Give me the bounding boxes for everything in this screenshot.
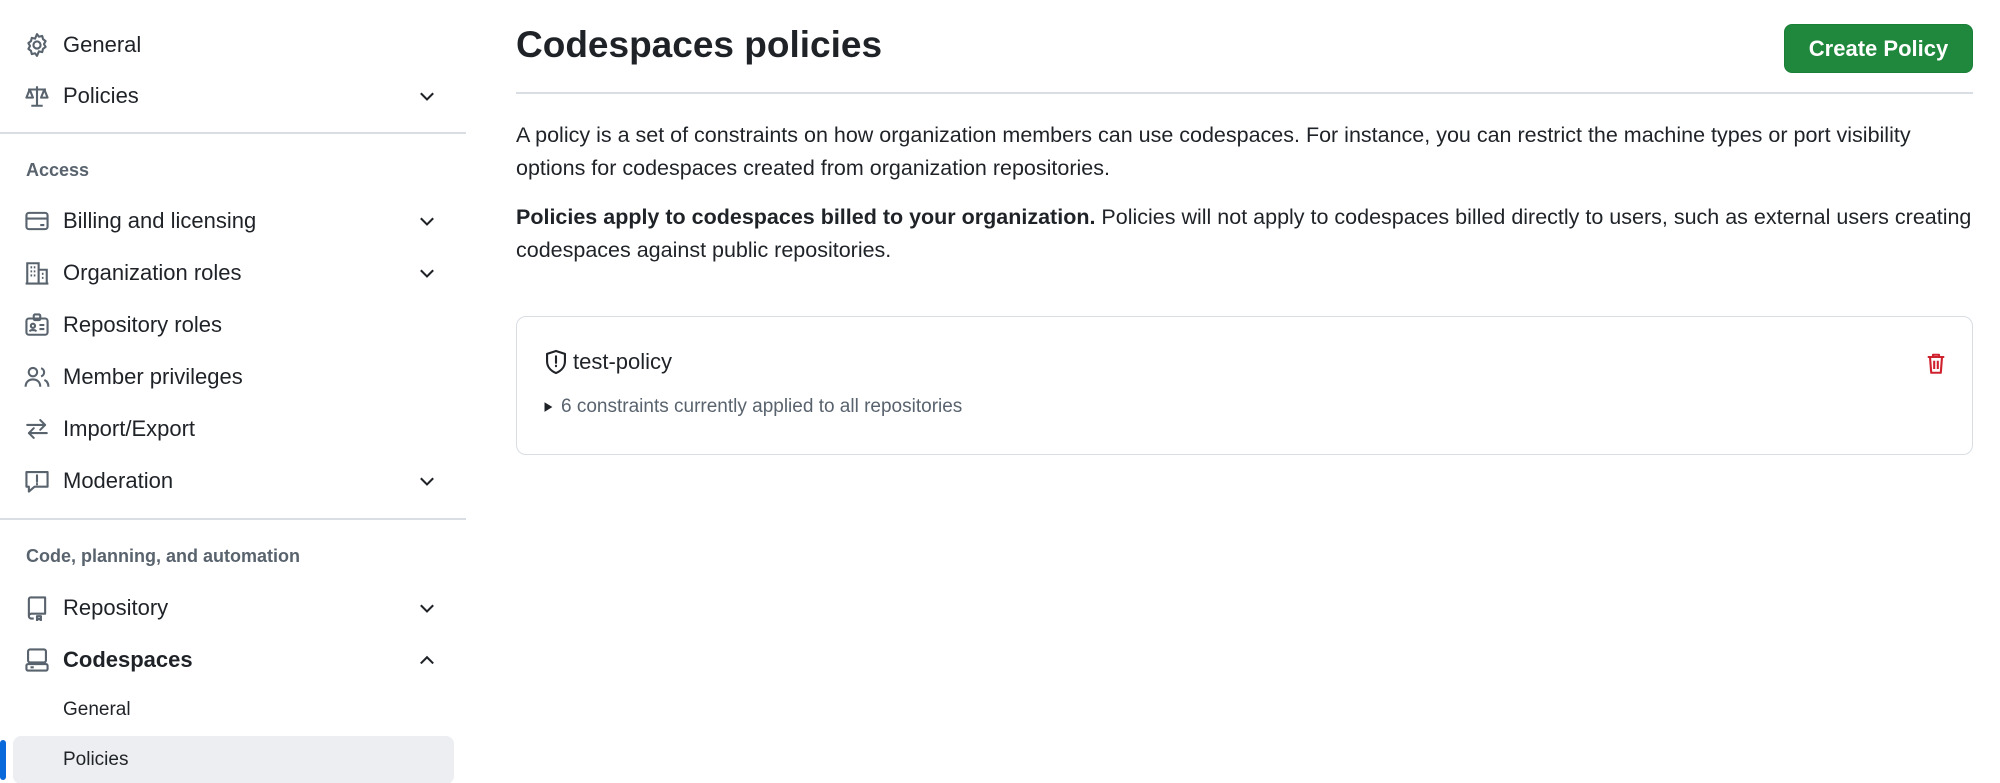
sidebar-item-codespaces[interactable]: Codespaces bbox=[0, 638, 466, 682]
billing-description: Policies apply to codespaces billed to y… bbox=[516, 201, 1976, 267]
codespaces-icon bbox=[24, 647, 50, 673]
sidebar-item-repository-roles[interactable]: Repository roles bbox=[0, 303, 466, 347]
intro-description: A policy is a set of constraints on how … bbox=[516, 123, 1911, 180]
codespaces-policies-page: General Policies Access Billing and lice… bbox=[0, 0, 2000, 783]
sidebar-subitem-codespaces-general[interactable]: General bbox=[13, 686, 454, 734]
page-title: Codespaces policies bbox=[516, 24, 883, 65]
sidebar-item-label: Repository roles bbox=[63, 312, 222, 337]
sidebar-item-label: General bbox=[63, 32, 142, 57]
chevron-down-icon bbox=[416, 210, 438, 232]
sidebar-divider bbox=[0, 518, 466, 520]
trash-icon[interactable] bbox=[1924, 350, 1948, 376]
active-indicator bbox=[0, 740, 6, 780]
sidebar-item-label: Billing and licensing bbox=[63, 208, 257, 233]
sidebar-item-import-export[interactable]: Import/Export bbox=[0, 407, 466, 451]
title-divider bbox=[516, 92, 1973, 94]
chevron-down-icon bbox=[416, 262, 438, 284]
sidebar-subitem-label: General bbox=[63, 699, 131, 720]
constraints-summary-toggle[interactable]: 6 constraints currently applied to all r… bbox=[541, 396, 962, 418]
sidebar-item-billing[interactable]: Billing and licensing bbox=[0, 199, 466, 243]
policy-name[interactable]: test-policy bbox=[573, 349, 672, 375]
arrow-switch-icon bbox=[24, 416, 50, 442]
constraints-summary: 6 constraints currently applied to all r… bbox=[561, 396, 963, 417]
sidebar-item-label: Moderation bbox=[63, 468, 174, 493]
sidebar-section-access: Access bbox=[26, 160, 90, 180]
chevron-down-icon bbox=[416, 597, 438, 619]
chevron-down-icon bbox=[416, 470, 438, 492]
billing-description-bold: Policies apply to codespaces billed to y… bbox=[516, 205, 1096, 229]
sidebar-section-code-planning: Code, planning, and automation bbox=[26, 546, 300, 566]
settings-sidebar: General Policies Access Billing and lice… bbox=[0, 0, 466, 783]
policy-card: test-policy 6 constraints currently appl… bbox=[516, 316, 1973, 455]
sidebar-subitem-codespaces-policies[interactable]: Policies bbox=[13, 736, 454, 783]
triangle-right-icon bbox=[541, 400, 555, 414]
sidebar-item-policies[interactable]: Policies bbox=[0, 74, 466, 118]
sidebar-item-organization-roles[interactable]: Organization roles bbox=[0, 251, 466, 295]
sidebar-item-moderation[interactable]: Moderation bbox=[0, 459, 466, 503]
sidebar-item-label: Member privileges bbox=[63, 364, 243, 389]
law-icon bbox=[24, 83, 50, 109]
sidebar-item-repository[interactable]: Repository bbox=[0, 586, 466, 630]
sidebar-item-general[interactable]: General bbox=[0, 23, 466, 67]
sidebar-item-label: Policies bbox=[63, 83, 139, 108]
credit-card-icon bbox=[24, 208, 50, 234]
people-icon bbox=[24, 364, 50, 390]
create-policy-button[interactable]: Create Policy bbox=[1784, 24, 1973, 73]
chevron-down-icon bbox=[416, 85, 438, 107]
sidebar-subitem-label: Policies bbox=[63, 749, 129, 770]
report-icon bbox=[24, 468, 50, 494]
id-badge-icon bbox=[24, 312, 50, 338]
sidebar-item-member-privileges[interactable]: Member privileges bbox=[0, 355, 466, 399]
organization-icon bbox=[24, 260, 50, 286]
chevron-up-icon bbox=[416, 649, 438, 671]
repo-icon bbox=[24, 595, 50, 621]
sidebar-divider bbox=[0, 132, 466, 134]
sidebar-item-label: Codespaces bbox=[63, 647, 193, 672]
gear-icon bbox=[24, 32, 50, 58]
sidebar-item-label: Repository bbox=[63, 595, 169, 620]
sidebar-item-label: Import/Export bbox=[63, 416, 196, 441]
shield-icon bbox=[543, 349, 569, 375]
sidebar-item-label: Organization roles bbox=[63, 260, 242, 285]
